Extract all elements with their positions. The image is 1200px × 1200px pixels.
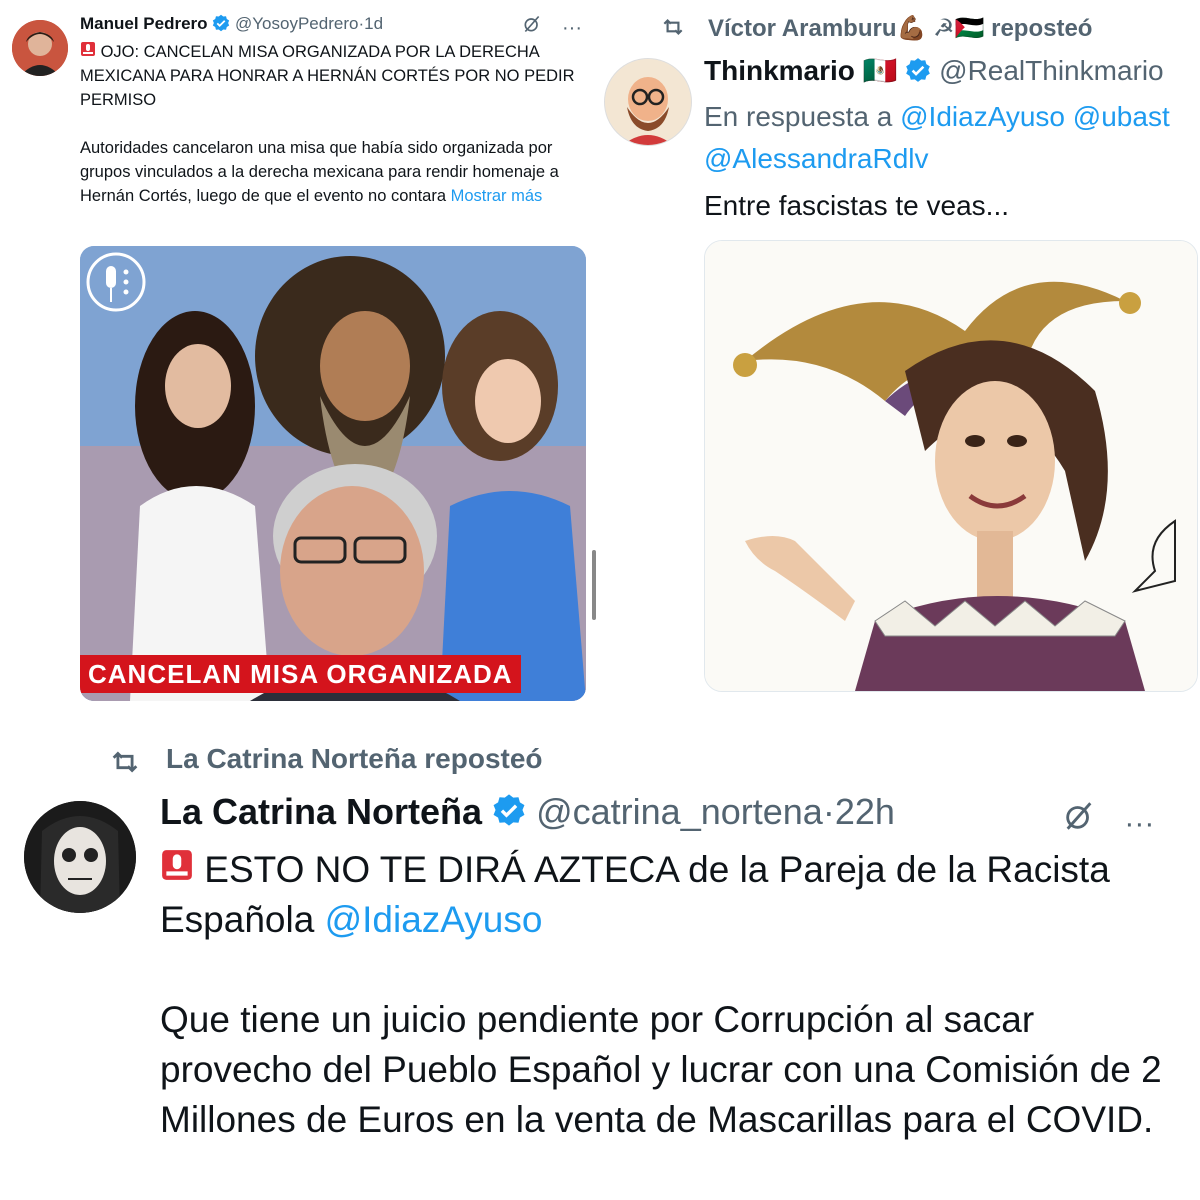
repost-indicator: Víctor Aramburu💪🏾 ☭🇵🇸 reposteó — [660, 14, 1092, 43]
tweet-header: Manuel Pedrero @YosoyPedrero·1d — [80, 14, 383, 37]
grok-icon[interactable] — [522, 15, 548, 39]
tweet-headline: OJO: CANCELAN MISA ORGANIZADA POR LA DER… — [80, 43, 575, 109]
repost-by[interactable]: La Catrina Norteña — [166, 743, 417, 774]
repost-icon — [660, 14, 686, 47]
tweet-body: Que tiene un juicio pendiente por Corrup… — [160, 999, 1162, 1140]
repost-label: reposteó — [424, 743, 543, 774]
repost-emojis: 💪🏾 ☭🇵🇸 — [896, 15, 985, 42]
reply-mention[interactable]: @AlessandraRdlv — [704, 143, 929, 174]
tweet-header: Thinkmario 🇲🇽 @RealThinkmario — [704, 54, 1164, 90]
repost-indicator: La Catrina Norteña reposteó — [108, 743, 543, 775]
verified-badge-icon — [905, 57, 931, 90]
tweet-actions: ··· — [522, 14, 582, 40]
repost-by[interactable]: Víctor Aramburu — [708, 15, 896, 42]
siren-icon — [160, 845, 194, 895]
reply-mention[interactable]: @IdiazAyuso — [900, 101, 1065, 132]
grok-icon[interactable] — [1062, 802, 1104, 840]
tweet-text: ESTO NO TE DIRÁ AZTECA de la Pareja de l… — [160, 845, 1170, 1195]
tweet-image[interactable]: CANCELAN MISA ORGANIZADA — [80, 246, 586, 701]
jester-caricature — [705, 241, 1197, 691]
avatar[interactable] — [24, 801, 136, 913]
scrollbar[interactable] — [592, 550, 596, 620]
reply-mention[interactable]: @ubast — [1073, 101, 1170, 132]
tweet-panel-thinkmario: Víctor Aramburu💪🏾 ☭🇵🇸 reposteó Thinkmari… — [600, 0, 1200, 705]
author-handle[interactable]: @catrina_nortena — [536, 791, 823, 832]
more-icon[interactable]: ··· — [562, 17, 582, 39]
timestamp[interactable]: 22h — [835, 791, 895, 832]
siren-icon — [80, 40, 96, 64]
author-name[interactable]: Manuel Pedrero — [80, 14, 208, 33]
author-handle[interactable]: @YosoyPedrero — [235, 14, 358, 33]
avatar[interactable] — [12, 20, 68, 76]
collage-illustration — [80, 246, 586, 701]
repost-label: reposteó — [991, 15, 1093, 42]
tweet-header: La Catrina Norteña @catrina_nortena·22h — [160, 791, 895, 836]
more-icon[interactable]: ··· — [1124, 807, 1154, 840]
tweet-panel-catrina: La Catrina Norteña reposteó La Catrina N… — [0, 705, 1200, 1200]
tweet-text: OJO: CANCELAN MISA ORGANIZADA POR LA DER… — [80, 40, 590, 232]
timestamp[interactable]: 1d — [364, 14, 383, 33]
author-name[interactable]: La Catrina Norteña — [160, 791, 482, 832]
verified-badge-icon — [212, 14, 230, 37]
author-flag: 🇲🇽 — [862, 55, 898, 86]
show-more-link[interactable]: Mostrar más — [451, 187, 543, 205]
author-handle[interactable]: @RealThinkmario — [939, 55, 1164, 86]
avatar[interactable] — [604, 58, 692, 146]
tweet-panel-manuel: Manuel Pedrero @YosoyPedrero·1d ··· OJO:… — [0, 0, 600, 705]
repost-icon — [108, 745, 142, 786]
reply-prefix: En respuesta a — [704, 101, 893, 132]
tweet-line1: ESTO NO TE DIRÁ AZTECA de la Pareja de l… — [160, 849, 1110, 940]
separator-dot: · — [822, 791, 835, 832]
tweet-text: Entre fascistas te veas... — [704, 190, 1010, 221]
reply-context: En respuesta a @IdiazAyuso @ubast @Aless… — [704, 96, 1200, 180]
image-banner-text: CANCELAN MISA ORGANIZADA — [80, 655, 521, 693]
tweet-image[interactable] — [704, 240, 1198, 692]
author-name[interactable]: Thinkmario — [704, 55, 855, 86]
verified-badge-icon — [492, 793, 526, 836]
tweet-mention[interactable]: @IdiazAyuso — [325, 899, 543, 940]
tweet-actions: ··· — [1062, 799, 1154, 841]
